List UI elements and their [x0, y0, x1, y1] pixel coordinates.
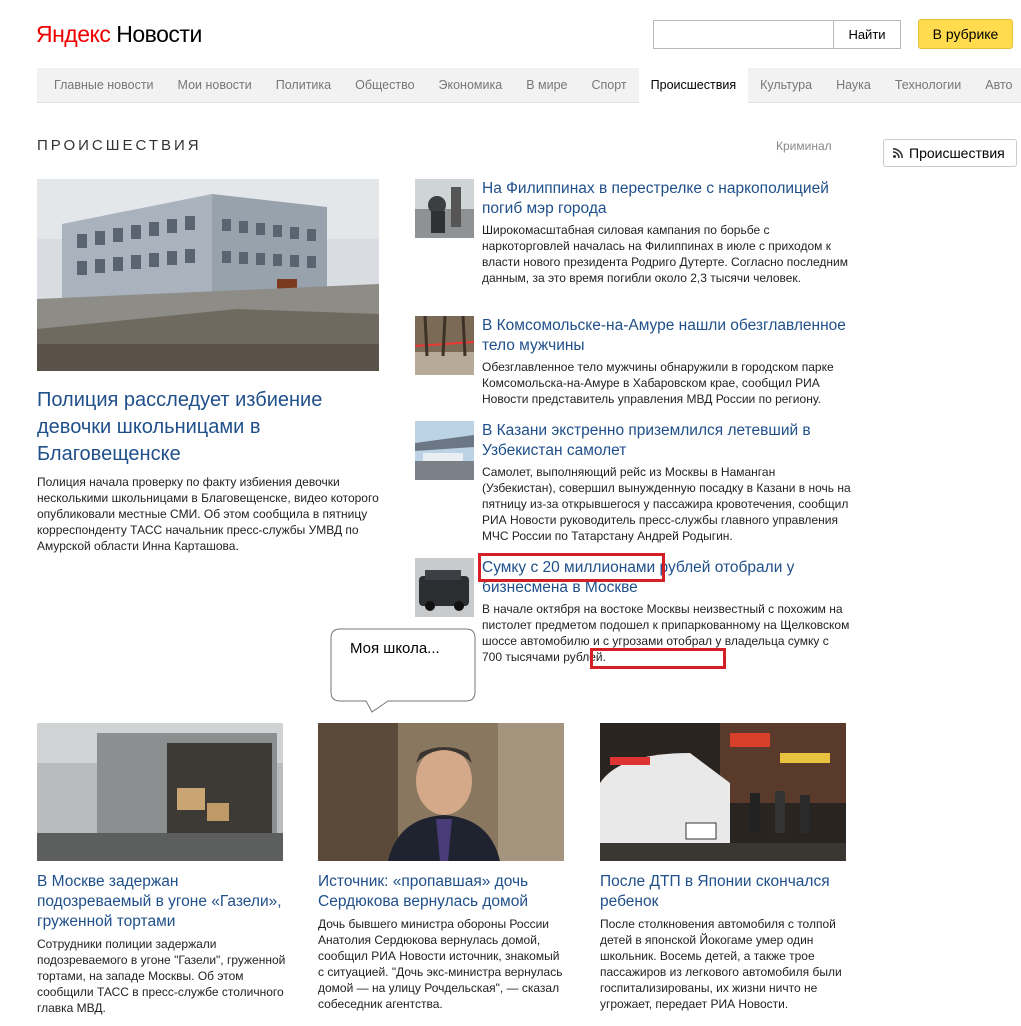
- side-story-summary: Обезглавленное тело мужчины обнаружили в…: [482, 360, 834, 406]
- side-story-thumbnail[interactable]: [415, 316, 474, 375]
- bottom-story-image[interactable]: [318, 723, 564, 861]
- side-story-thumbnail[interactable]: [415, 421, 474, 480]
- bottom-story-summary: Дочь бывшего министра обороны России Ана…: [318, 917, 563, 1011]
- highlight-box-700-thousands: [590, 648, 726, 669]
- side-story-thumbnail[interactable]: [415, 558, 474, 617]
- rss-subscribe-button[interactable]: Происшествия: [883, 139, 1017, 167]
- police-photo: [415, 179, 474, 238]
- yandex-news-logo[interactable]: Яндекс Новости: [36, 20, 202, 48]
- airport-photo: [415, 421, 474, 480]
- bottom-story-summary: После столкновения автомобиля с толпой д…: [600, 917, 842, 1011]
- nav-item-my[interactable]: Мои новости: [166, 68, 264, 102]
- bottom-story-title[interactable]: В Москве задержан подозреваемый в угоне …: [37, 872, 287, 932]
- bottom-story-title[interactable]: Источник: «пропавшая» дочь Сердюкова вер…: [318, 872, 568, 912]
- nav-item-science[interactable]: Наука: [824, 68, 883, 102]
- nav-item-culture[interactable]: Культура: [748, 68, 824, 102]
- highlight-box-20-millions: [478, 553, 665, 582]
- main-story-image[interactable]: [37, 179, 379, 371]
- section-title: ПРОИСШЕСТВИЯ: [37, 137, 202, 154]
- main-story-title[interactable]: Полиция расследует избиение девочки школ…: [37, 387, 382, 468]
- bottom-story-image[interactable]: [37, 723, 283, 861]
- bottom-story-title[interactable]: После ДТП в Японии скончался ребенок: [600, 872, 850, 912]
- side-story-title[interactable]: В Комсомольске-на-Амуре нашли обезглавле…: [482, 316, 852, 356]
- nav-item-world[interactable]: В мире: [514, 68, 579, 102]
- nav-item-incidents[interactable]: Происшествия: [638, 68, 749, 104]
- forest-photo: [415, 316, 474, 375]
- truck-photo: [37, 723, 283, 861]
- bottom-story-image[interactable]: [600, 723, 846, 861]
- nav-item-sport[interactable]: Спорт: [579, 68, 638, 102]
- logo-yandex: Яндекс: [36, 21, 111, 47]
- search-input[interactable]: [653, 20, 833, 49]
- nav-item-politics[interactable]: Политика: [264, 68, 343, 102]
- side-story-summary: Широкомасштабная силовая кампания по бор…: [482, 223, 848, 285]
- side-story-title[interactable]: На Филиппинах в перестрелке с наркополиц…: [482, 179, 852, 219]
- bottom-story-summary: Сотрудники полиции задержали подозреваем…: [37, 937, 286, 1015]
- side-story-summary: Самолет, выполняющий рейс из Москвы в На…: [482, 465, 851, 543]
- rss-label: Происшествия: [909, 145, 1005, 161]
- search-button[interactable]: Найти: [833, 20, 901, 49]
- japan-street-photo: [600, 723, 846, 861]
- side-story-title[interactable]: В Казани экстренно приземлился летевший …: [482, 421, 852, 461]
- logo-news: Новости: [116, 21, 202, 47]
- main-story-summary: Полиция начала проверку по факту избиени…: [37, 475, 379, 553]
- nav-item-tech[interactable]: Технологии: [883, 68, 973, 102]
- portrait-photo: [318, 723, 564, 861]
- school-building-photo: [37, 179, 379, 371]
- speech-bubble-text: Моя школа...: [350, 640, 440, 657]
- nav-item-auto[interactable]: Авто: [973, 68, 1021, 102]
- rss-icon: [893, 148, 903, 158]
- car-photo: [415, 558, 474, 617]
- nav-item-economy[interactable]: Экономика: [427, 68, 515, 102]
- subsection-link-criminal[interactable]: Криминал: [776, 139, 832, 153]
- side-story-thumbnail[interactable]: [415, 179, 474, 238]
- category-nav: Главные новости Мои новости Политика Общ…: [37, 68, 1021, 104]
- nav-item-society[interactable]: Общество: [343, 68, 426, 102]
- nav-item-main[interactable]: Главные новости: [42, 68, 166, 102]
- search-in-rubric-button[interactable]: В рубрике: [918, 19, 1013, 49]
